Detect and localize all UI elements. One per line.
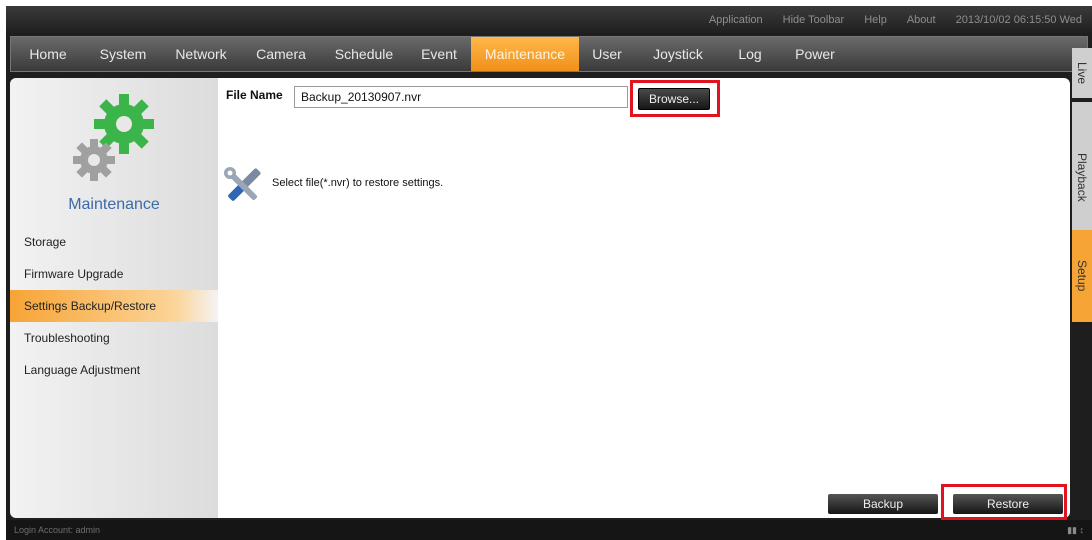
sidebar-item-language-adjustment[interactable]: Language Adjustment [10,354,218,386]
file-name-label: File Name [226,88,283,102]
toolbar-datetime: 2013/10/02 06:15:50 Wed [955,13,1082,26]
nav-tab-network[interactable]: Network [161,37,241,71]
sidebar-item-settings-backup-restore[interactable]: Settings Backup/Restore [10,290,218,322]
sidebar-item-storage[interactable]: Storage [10,226,218,258]
nav-tab-schedule[interactable]: Schedule [321,37,407,71]
restore-hint-text: Select file(*.nvr) to restore settings. [272,177,444,189]
nav-tab-user[interactable]: User [579,37,635,71]
file-name-input[interactable] [294,86,628,108]
network-status-icon: ▮▮ ↕ [1067,524,1084,535]
side-tab-playback-label: Playback [1075,152,1089,202]
status-bar: Login Account: admin ▮▮ ↕ [6,520,1092,540]
side-tab-setup-label: Setup [1075,260,1089,292]
restore-button[interactable]: Restore [953,494,1063,514]
sidebar-menu: Storage Firmware Upgrade Settings Backup… [10,226,218,386]
nav-tab-system[interactable]: System [85,37,161,71]
login-account-text: Login Account: admin [14,525,101,535]
nav-tab-log[interactable]: Log [721,37,779,71]
toolbar-link-application[interactable]: Application [709,14,763,26]
tools-icon [222,166,264,206]
nav-tab-maintenance[interactable]: Maintenance [471,37,579,71]
toolbar-link-about[interactable]: About [907,14,936,26]
nav-tab-camera[interactable]: Camera [241,37,321,71]
sidebar-item-troubleshooting[interactable]: Troubleshooting [10,322,218,354]
sidebar: Maintenance Storage Firmware Upgrade Set… [10,78,218,518]
nav-tab-home[interactable]: Home [11,37,85,71]
sidebar-item-firmware-upgrade[interactable]: Firmware Upgrade [10,258,218,290]
nav-tab-power[interactable]: Power [779,37,851,71]
main-nav: Home System Network Camera Schedule Even… [10,36,1088,72]
toolbar-link-hide-toolbar[interactable]: Hide Toolbar [783,14,845,26]
side-tab-live[interactable]: Live [1072,48,1092,98]
gears-icon [68,90,178,190]
side-tab-live-label: Live [1075,61,1089,84]
toolbar-link-help[interactable]: Help [864,14,887,26]
backup-button[interactable]: Backup [828,494,938,514]
app-window: Application Hide Toolbar Help About 2013… [6,6,1092,540]
nav-tab-joystick[interactable]: Joystick [635,37,721,71]
side-tabs: Live Playback Setup [1072,48,1092,518]
nav-tab-event[interactable]: Event [407,37,471,71]
sidebar-title: Maintenance [68,196,160,213]
content-panel: File Name Browse... Select file(*.nvr) t… [218,78,1070,520]
browse-button[interactable]: Browse... [638,88,710,110]
side-tab-setup[interactable]: Setup [1072,230,1092,322]
top-toolbar: Application Hide Toolbar Help About 2013… [6,6,1092,33]
